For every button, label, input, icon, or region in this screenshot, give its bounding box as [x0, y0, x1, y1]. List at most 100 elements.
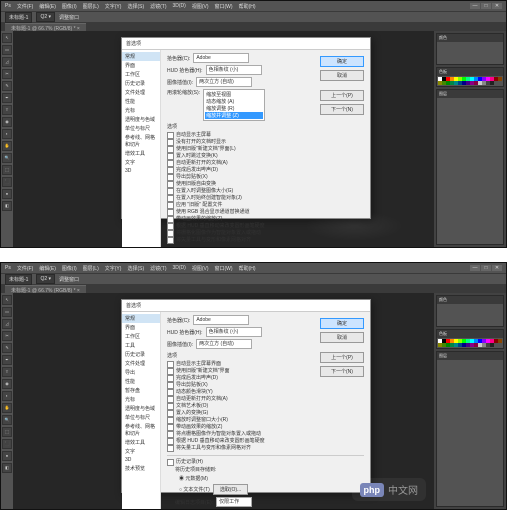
prev-button[interactable]: 上一个(P) — [320, 90, 364, 101]
menu-item[interactable]: 文件(F) — [17, 3, 33, 10]
zoom-listbox[interactable]: 缩放至视图 动态缩放 (A) 缩放调整 (R) 缩放并调整 (Z) — [203, 89, 265, 121]
menu-item[interactable]: 滤镜(T) — [150, 265, 166, 272]
menu-item[interactable]: 3D(D) — [173, 3, 186, 9]
next-button[interactable]: 下一个(N) — [320, 366, 364, 377]
tool-gradient-icon[interactable]: ◐ — [2, 129, 12, 139]
tool-rect-icon[interactable]: ⬚ — [2, 165, 12, 175]
ok-button[interactable]: 确定 — [320, 56, 364, 67]
sidebar-item[interactable]: 工具 — [122, 341, 160, 350]
menu-item[interactable]: 选择(S) — [127, 3, 144, 10]
sidebar-item[interactable]: 透明度与色域 — [122, 404, 160, 413]
list-item[interactable]: 缩放至视图 — [205, 91, 263, 98]
checkbox-row[interactable]: 自动更新打开的文档(A) — [167, 160, 364, 167]
sidebar-item[interactable]: 光标 — [122, 395, 160, 404]
sidebar-item[interactable]: 单位与标尺 — [122, 413, 160, 422]
picker-select[interactable]: Adobe — [193, 315, 249, 325]
tool-gradient-icon[interactable]: ◐ — [2, 391, 12, 401]
tool-move-icon[interactable]: ↖ — [2, 295, 12, 305]
checkbox-row[interactable]: 带动画效果的缩放(Z) — [167, 424, 364, 431]
list-item-selected[interactable]: 缩放并调整 (Z) — [205, 112, 263, 119]
checkbox-row[interactable]: 将矢量工具与变形和像素网格对齐 — [167, 445, 364, 452]
tool-move-icon[interactable]: ↖ — [2, 33, 12, 43]
sidebar-item[interactable]: 工作区 — [122, 332, 160, 341]
menu-item[interactable]: 视图(V) — [192, 3, 209, 10]
history-checkbox[interactable]: 历史记录(H) — [167, 459, 364, 466]
menu-item[interactable]: 滤镜(T) — [150, 3, 166, 10]
sidebar-item[interactable]: 性能 — [122, 377, 160, 386]
tool-text-icon[interactable]: T — [2, 367, 12, 377]
menu-item[interactable]: 图层(L) — [83, 265, 99, 272]
tool-mask-icon[interactable]: ◧ — [2, 201, 12, 211]
menu-item[interactable]: 窗口(W) — [215, 265, 233, 272]
max-button[interactable]: □ — [481, 3, 491, 9]
checkbox-row[interactable]: 自动显示主屏幕 — [167, 132, 364, 139]
tool-shape-icon[interactable]: ◉ — [2, 379, 12, 389]
sidebar-item[interactable]: 暂存盘 — [122, 386, 160, 395]
close-button[interactable]: ✕ — [492, 265, 502, 271]
sidebar-item[interactable]: 界面 — [122, 61, 160, 70]
checkbox-row[interactable]: 导出剪贴板(X) — [167, 382, 364, 389]
interp-select[interactable]: 两次立方 (自动) — [196, 77, 252, 87]
sidebar-item[interactable]: 导出 — [122, 368, 160, 377]
menu-item[interactable]: 文字(Y) — [105, 265, 122, 272]
tool-hand-icon[interactable]: ✋ — [2, 141, 12, 151]
menu-item[interactable]: 文件(F) — [17, 265, 33, 272]
tool-crop-icon[interactable]: ✂ — [2, 331, 12, 341]
ok-button[interactable]: 确定 — [320, 318, 364, 329]
txt-radio[interactable]: ○ 文本文件(T) — [179, 486, 210, 493]
sidebar-item[interactable]: 历史记录 — [122, 79, 160, 88]
min-button[interactable]: — — [470, 265, 480, 271]
sidebar-item[interactable]: 3D — [122, 167, 160, 175]
menu-item[interactable]: 帮助(H) — [239, 3, 256, 10]
menu-item[interactable]: 帮助(H) — [239, 265, 256, 272]
checkbox-row[interactable]: 在置入时始终创建智能对象(J) — [167, 195, 364, 202]
checkbox-row[interactable]: 缩放时调整窗口大小(R) — [167, 417, 364, 424]
prev-button[interactable]: 上一个(P) — [320, 352, 364, 363]
sidebar-item-general[interactable]: 常规 — [122, 52, 160, 61]
tool-brush-icon[interactable]: ✎ — [2, 343, 12, 353]
meta-radio[interactable]: ◉ 元数据(M) — [179, 475, 208, 482]
sidebar-item[interactable]: 文件处理 — [122, 88, 160, 97]
sidebar-item[interactable]: 参考线、网格和切片 — [122, 422, 160, 438]
sidebar-item[interactable]: 透明度与色域 — [122, 115, 160, 124]
tool-lasso-icon[interactable]: ◿ — [2, 57, 12, 67]
min-button[interactable]: — — [470, 3, 480, 9]
sidebar-item[interactable]: 历史记录 — [122, 350, 160, 359]
menu-item[interactable]: 图像(I) — [62, 3, 77, 10]
tool-pen-icon[interactable]: ✒ — [2, 355, 12, 365]
option-q2[interactable]: Q2 ▾ — [36, 274, 55, 284]
tool-bg-color-icon[interactable]: ● — [2, 189, 12, 199]
sidebar-item[interactable]: 增效工具 — [122, 149, 160, 158]
tool-mask-icon[interactable]: ◧ — [2, 463, 12, 473]
menu-item[interactable]: 选择(S) — [127, 265, 144, 272]
sidebar-item[interactable]: 文件处理 — [122, 359, 160, 368]
tool-fg-color-icon[interactable]: ⬛ — [2, 439, 12, 449]
menu-item[interactable]: 图像(I) — [62, 265, 77, 272]
max-button[interactable]: □ — [481, 265, 491, 271]
sidebar-item[interactable]: 3D — [122, 456, 160, 464]
checkbox-row[interactable]: 将点栅格图像作为智能对象置入或拖动 — [167, 431, 364, 438]
checkbox-row[interactable]: 动态颜色滑块(Y) — [167, 389, 364, 396]
sidebar-item[interactable]: 技术预览 — [122, 464, 160, 473]
sidebar-item-general[interactable]: 常规 — [122, 314, 160, 323]
next-button[interactable]: 下一个(N) — [320, 104, 364, 115]
menu-item[interactable]: 编辑(E) — [39, 265, 56, 272]
checkbox-row[interactable]: 没有打开的文档时显示 — [167, 139, 364, 146]
checkbox-row[interactable]: 应用 "旧版" 配置文件 — [167, 202, 364, 209]
menu-item[interactable]: 视图(V) — [192, 265, 209, 272]
menu-item[interactable]: 窗口(W) — [215, 3, 233, 10]
tool-brush-icon[interactable]: ✎ — [2, 81, 12, 91]
hud-select[interactable]: 色相条纹 (小) — [206, 65, 262, 75]
checkbox-row[interactable]: 使用旧版自由变换 — [167, 181, 364, 188]
checkbox-row[interactable]: 完成后发出哔声(D) — [167, 167, 364, 174]
sidebar-item[interactable]: 增效工具 — [122, 438, 160, 447]
sidebar-item[interactable]: 性能 — [122, 97, 160, 106]
swatch[interactable] — [498, 339, 502, 343]
cancel-button[interactable]: 取消 — [320, 332, 364, 343]
swatch[interactable] — [490, 343, 494, 347]
checkbox-row[interactable]: 导出剪贴板(X) — [167, 174, 364, 181]
tool-hand-icon[interactable]: ✋ — [2, 403, 12, 413]
picker-select[interactable]: Adobe — [193, 53, 249, 63]
sidebar-item[interactable]: 文字 — [122, 447, 160, 456]
tool-marquee-icon[interactable]: ▭ — [2, 45, 12, 55]
